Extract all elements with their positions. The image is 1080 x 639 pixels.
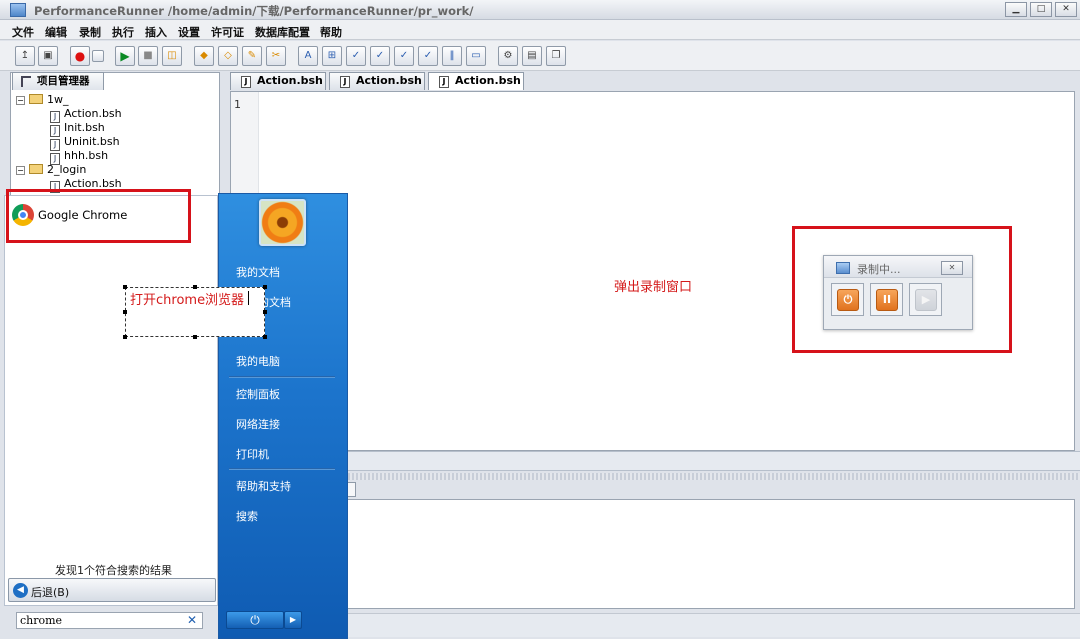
insert-4-icon[interactable]: ✓ bbox=[418, 46, 438, 66]
menu-license[interactable]: 许可证 bbox=[211, 24, 244, 40]
search-value: chrome bbox=[20, 614, 63, 627]
menu-edit[interactable]: 编辑 bbox=[45, 24, 67, 40]
back-arrow-icon: ◀ bbox=[13, 583, 28, 598]
start-my-documents[interactable]: 我的文档 bbox=[236, 264, 280, 280]
resize-handle[interactable] bbox=[263, 310, 267, 314]
tree-file[interactable]: J Init.bsh bbox=[50, 121, 105, 137]
orange-icon[interactable]: ◫ bbox=[162, 46, 182, 66]
power-options-button[interactable]: ▶ bbox=[284, 611, 302, 629]
menu-insert[interactable]: 插入 bbox=[145, 24, 167, 40]
start-search[interactable]: 搜索 bbox=[236, 508, 258, 524]
collapse-icon[interactable]: − bbox=[16, 166, 25, 175]
close-button[interactable]: ✕ bbox=[1055, 2, 1077, 17]
popup-annotation: 弹出录制窗口 bbox=[614, 280, 693, 295]
resize-handle[interactable] bbox=[193, 335, 197, 339]
column-icon[interactable]: ‖ bbox=[442, 46, 462, 66]
transaction-start-icon[interactable]: ◆ bbox=[194, 46, 214, 66]
start-my-computer[interactable]: 我的电脑 bbox=[236, 353, 280, 369]
transaction-end-icon[interactable]: ◇ bbox=[218, 46, 238, 66]
horizontal-splitter[interactable] bbox=[228, 473, 1080, 480]
start-network[interactable]: 网络连接 bbox=[236, 416, 280, 432]
line-number: 1 bbox=[234, 98, 241, 111]
file-icon: J bbox=[439, 76, 449, 88]
checkpoint-icon[interactable]: ✂ bbox=[266, 46, 286, 66]
power-icon: ⏻ bbox=[250, 613, 260, 627]
open-chrome-annotation: 打开chrome浏览器 bbox=[130, 293, 245, 308]
record-icon[interactable]: ● bbox=[70, 46, 90, 66]
power-button[interactable]: ⏻ bbox=[226, 611, 284, 629]
minimize-button[interactable]: ▁ bbox=[1005, 2, 1027, 17]
menu-help[interactable]: 帮助 bbox=[320, 24, 342, 40]
start-separator bbox=[229, 468, 335, 470]
menu-bar: 文件 编辑 录制 执行 插入 设置 许可证 数据库配置 帮助 bbox=[0, 20, 1080, 40]
window-title: PerformanceRunner /home/admin/下载/Perform… bbox=[34, 4, 474, 18]
maximize-button[interactable]: □ bbox=[1030, 2, 1052, 17]
tree-file[interactable]: Jhhh.bsh bbox=[50, 149, 108, 165]
start-help[interactable]: 帮助和支持 bbox=[236, 478, 291, 494]
page-icon[interactable]: ▤ bbox=[522, 46, 542, 66]
resize-handle[interactable] bbox=[123, 285, 127, 289]
parameter-icon[interactable]: ⊞ bbox=[322, 46, 342, 66]
user-avatar[interactable] bbox=[259, 199, 306, 246]
insert-2-icon[interactable]: ✓ bbox=[370, 46, 390, 66]
back-label: 后退(B) bbox=[31, 586, 70, 599]
project-tree: −1w_ J Action.bsh J Init.bsh J Uninit.bsh J… bbox=[10, 90, 220, 200]
copy-icon[interactable]: ❐ bbox=[546, 46, 566, 66]
clear-search-icon[interactable]: ✕ bbox=[187, 613, 197, 627]
text-check-icon[interactable]: A bbox=[298, 46, 318, 66]
menu-file[interactable]: 文件 bbox=[12, 24, 34, 40]
menu-record[interactable]: 录制 bbox=[79, 24, 101, 40]
stop-icon[interactable]: ■ bbox=[138, 46, 158, 66]
editor-tabs: J Action.bsh J Action.bsh J Action.bsh bbox=[228, 72, 1080, 90]
tree-icon bbox=[21, 76, 31, 87]
tree-file[interactable]: J Action.bsh bbox=[50, 107, 122, 123]
run-icon[interactable]: ▶ bbox=[115, 46, 135, 66]
file-icon: J bbox=[340, 76, 350, 88]
comment-icon[interactable]: ▭ bbox=[466, 46, 486, 66]
app-icon bbox=[10, 3, 26, 17]
start-menu-left bbox=[4, 195, 218, 606]
folder-icon bbox=[29, 94, 43, 104]
open-script-icon[interactable]: ↥ bbox=[15, 46, 35, 66]
resize-handle[interactable] bbox=[263, 285, 267, 289]
search-result-count: 发现1个符合搜索的结果 bbox=[55, 564, 172, 577]
output-console bbox=[230, 499, 1075, 609]
settings-icon[interactable]: ⚙ bbox=[498, 46, 518, 66]
insert-3-icon[interactable]: ✓ bbox=[394, 46, 414, 66]
status-bar bbox=[228, 613, 1080, 637]
folder-icon bbox=[29, 164, 43, 174]
text-caret bbox=[248, 291, 249, 305]
tab-action-2[interactable]: J Action.bsh bbox=[329, 72, 425, 90]
resize-handle[interactable] bbox=[263, 335, 267, 339]
toolbar: ↥ ▣ ● ▶ ■ ◫ ◆ ◇ ✎ ✂ A ⊞ ✓ ✓ ✓ ✓ ‖ ▭ ⚙ ▤ … bbox=[0, 41, 1080, 71]
menu-db-config[interactable]: 数据库配置 bbox=[255, 24, 310, 40]
tab-action-1[interactable]: J Action.bsh bbox=[230, 72, 326, 90]
start-separator bbox=[229, 376, 335, 378]
highlight-chrome bbox=[6, 189, 191, 243]
editor-scroll-strip bbox=[228, 451, 1080, 471]
insert-1-icon[interactable]: ✓ bbox=[346, 46, 366, 66]
chevron-right-icon: ▶ bbox=[289, 615, 297, 624]
tab-action-3[interactable]: J Action.bsh bbox=[428, 72, 524, 90]
tree-folder-1w[interactable]: −1w_ bbox=[16, 93, 69, 107]
checkbox-icon[interactable] bbox=[92, 50, 104, 62]
title-bar: PerformanceRunner /home/admin/下载/Perform… bbox=[0, 0, 1080, 20]
tree-file[interactable]: J Uninit.bsh bbox=[50, 135, 120, 151]
resize-handle[interactable] bbox=[123, 335, 127, 339]
tree-folder-2login[interactable]: −2_login bbox=[16, 163, 86, 177]
menu-settings[interactable]: 设置 bbox=[178, 24, 200, 40]
collapse-icon[interactable]: − bbox=[16, 96, 25, 105]
project-manager-title: 项目管理器 bbox=[37, 75, 90, 87]
resize-handle[interactable] bbox=[123, 310, 127, 314]
back-button[interactable]: ◀ 后退(B) bbox=[8, 578, 216, 602]
start-printers[interactable]: 打印机 bbox=[236, 446, 269, 462]
start-control-panel[interactable]: 控制面板 bbox=[236, 386, 280, 402]
rendezvous-icon[interactable]: ✎ bbox=[242, 46, 262, 66]
highlight-recording-popup bbox=[792, 226, 1012, 353]
project-manager-tab[interactable]: 项目管理器 bbox=[12, 72, 104, 90]
save-icon[interactable]: ▣ bbox=[38, 46, 58, 66]
menu-run[interactable]: 执行 bbox=[112, 24, 134, 40]
start-search-input[interactable]: chrome ✕ bbox=[16, 612, 203, 629]
file-icon: J bbox=[241, 76, 251, 88]
